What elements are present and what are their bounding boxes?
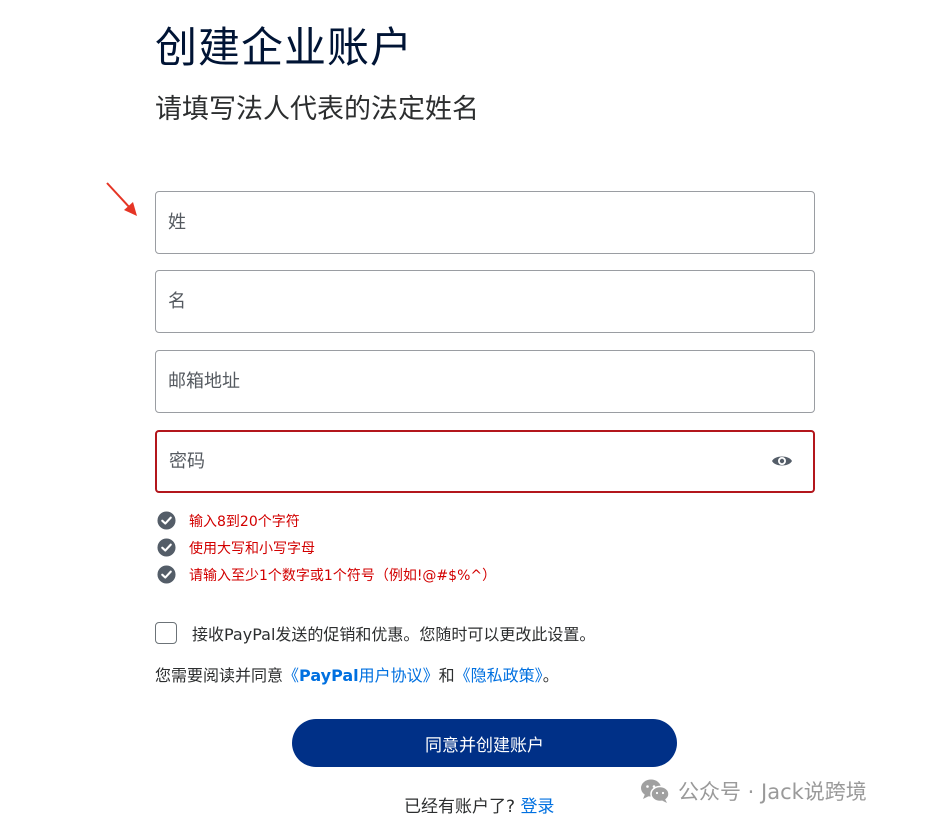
password-field[interactable]: [155, 430, 815, 493]
marketing-optin[interactable]: 接收PayPal发送的促销和优惠。您随时可以更改此设置。: [155, 621, 595, 645]
legal-prefix: 您需要阅读并同意: [155, 666, 284, 685]
password-requirements: 输入8到20个字符 使用大写和小写字母 请输入至少1个数字或1个符号（例如!@#…: [157, 507, 496, 588]
first-name-field[interactable]: [155, 270, 815, 333]
legal-and: 和: [438, 666, 455, 685]
watermark: 公众号 · Jack说跨境: [640, 776, 867, 806]
password-rule: 请输入至少1个数字或1个符号（例如!@#$%^）: [157, 561, 496, 588]
check-circle-icon: [157, 538, 176, 557]
last-name-field[interactable]: [155, 191, 815, 254]
annotation-arrow-icon: [106, 182, 137, 216]
legal-suffix: 。: [542, 666, 559, 685]
password-rule-text: 使用大写和小写字母: [189, 540, 315, 557]
login-prompt: 已经有账户了? 登录: [404, 792, 554, 817]
privacy-policy-link[interactable]: 《隐私政策》: [455, 666, 543, 685]
last-name-input[interactable]: [156, 192, 814, 253]
password-rule-text: 请输入至少1个数字或1个符号（例如!@#$%^）: [189, 567, 497, 584]
login-prompt-text: 已经有账户了?: [404, 797, 516, 817]
eye-icon[interactable]: [771, 452, 793, 470]
marketing-optin-checkbox[interactable]: [155, 622, 177, 644]
check-circle-icon: [157, 511, 176, 530]
user-agreement-link[interactable]: 《PayPal用户协议》: [283, 666, 439, 685]
password-input[interactable]: [157, 432, 813, 491]
password-rule-text: 输入8到20个字符: [189, 513, 300, 530]
page-title: 创建企业账户: [155, 23, 414, 72]
legal-notice: 您需要阅读并同意《PayPal用户协议》和《隐私政策》。: [155, 664, 559, 688]
login-link[interactable]: 登录: [520, 797, 554, 817]
email-input[interactable]: [156, 351, 814, 412]
page-subtitle: 请填写法人代表的法定姓名: [155, 94, 479, 125]
password-rule: 使用大写和小写字母: [157, 534, 496, 561]
check-circle-icon: [157, 565, 176, 584]
email-field[interactable]: [155, 350, 815, 413]
agree-create-account-button[interactable]: 同意并创建账户: [292, 719, 677, 767]
first-name-input[interactable]: [156, 271, 814, 332]
marketing-optin-label[interactable]: 接收PayPal发送的促销和优惠。您随时可以更改此设置。: [192, 621, 595, 645]
watermark-text: 公众号 · Jack说跨境: [678, 780, 867, 804]
wechat-icon: [641, 779, 670, 803]
password-rule: 输入8到20个字符: [157, 507, 496, 534]
